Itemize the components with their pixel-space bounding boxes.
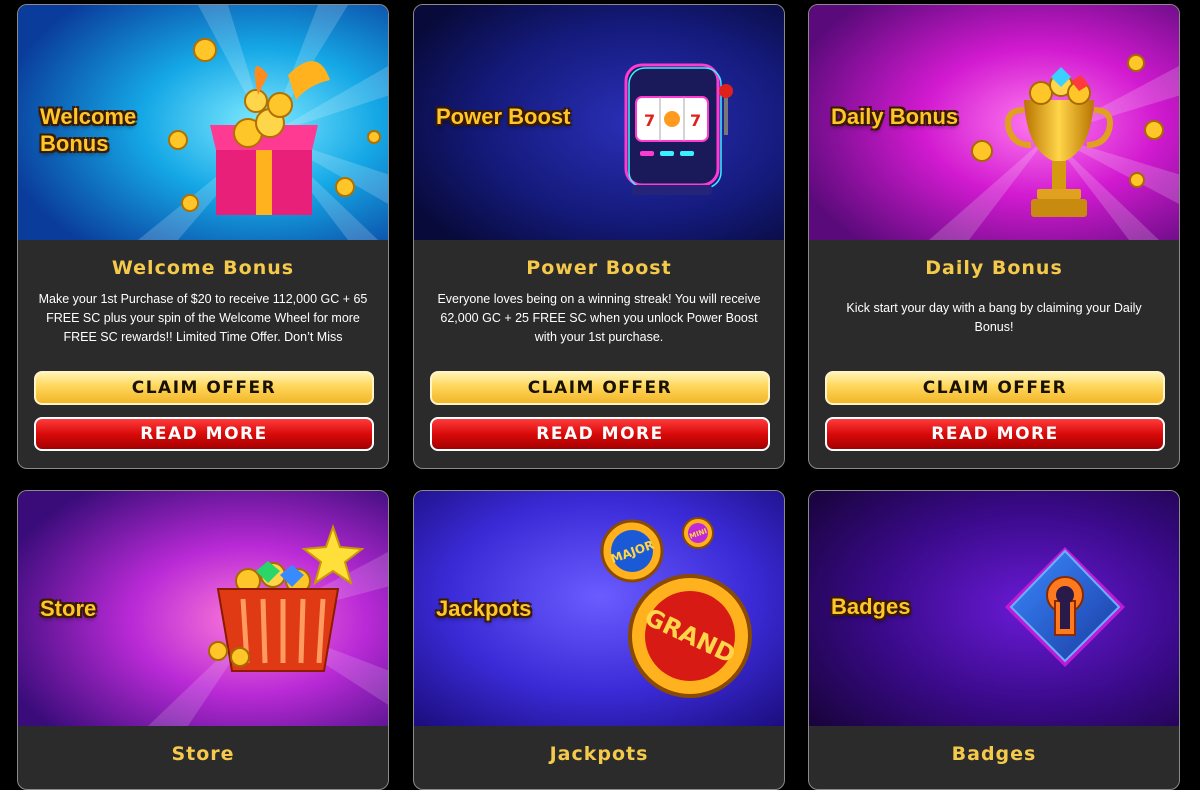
read-more-button[interactable]: READ MORE xyxy=(34,417,374,451)
banner-welcome-bonus[interactable]: Welcome Bonus xyxy=(18,5,388,240)
card-description: Make your 1st Purchase of $20 to receive… xyxy=(38,291,368,344)
banner-jackpots: MAJOR MINI GRAND Jackpots xyxy=(414,491,784,726)
svg-text:7: 7 xyxy=(690,111,701,130)
card-description: Kick start your day with a bang by claim… xyxy=(846,301,1142,334)
banner-daily-bonus[interactable]: Daily Bonus xyxy=(809,5,1179,240)
card-title: Power Boost xyxy=(526,257,672,279)
banner-power-boost[interactable]: 7 7 Power Boost xyxy=(414,5,784,240)
read-more-button[interactable]: READ MORE xyxy=(825,417,1165,451)
banner-title: Jackpots xyxy=(436,596,532,621)
banner-store: Store xyxy=(18,491,388,726)
claim-offer-button[interactable]: CLAIM OFFER xyxy=(825,371,1165,405)
promo-card-daily-bonus: Daily Bonus Daily Bonus Kick start your … xyxy=(808,4,1180,469)
claim-offer-button[interactable]: CLAIM OFFER xyxy=(34,371,374,405)
nav-card-badges[interactable]: Badges Badges xyxy=(808,490,1180,790)
card-title: Daily Bonus xyxy=(925,257,1063,279)
banner-title: Badges xyxy=(831,594,911,619)
read-more-button[interactable]: READ MORE xyxy=(430,417,770,451)
banner-title: Store xyxy=(40,596,97,621)
banner-title: Power Boost xyxy=(436,104,571,129)
banner-title: Welcome Bonus xyxy=(40,104,137,156)
promo-card-power-boost: 7 7 Power Boost Power Boost Everyone lov… xyxy=(413,4,785,469)
svg-text:7: 7 xyxy=(644,111,655,130)
card-title: Store xyxy=(171,743,235,765)
card-title: Badges xyxy=(951,743,1037,765)
promo-card-welcome-bonus: Welcome Bonus Welcome Bonus Make your 1s… xyxy=(17,4,389,469)
banner-badges: Badges xyxy=(809,491,1179,726)
nav-card-jackpots[interactable]: MAJOR MINI GRAND Jackpots Jackpots xyxy=(413,490,785,790)
banner-title: Daily Bonus xyxy=(831,104,959,129)
card-title: Welcome Bonus xyxy=(111,257,295,279)
card-description: Everyone loves being on a winning streak… xyxy=(437,291,761,344)
card-title: Jackpots xyxy=(549,743,649,765)
nav-card-store[interactable]: Store Store xyxy=(17,490,389,790)
claim-offer-button[interactable]: CLAIM OFFER xyxy=(430,371,770,405)
